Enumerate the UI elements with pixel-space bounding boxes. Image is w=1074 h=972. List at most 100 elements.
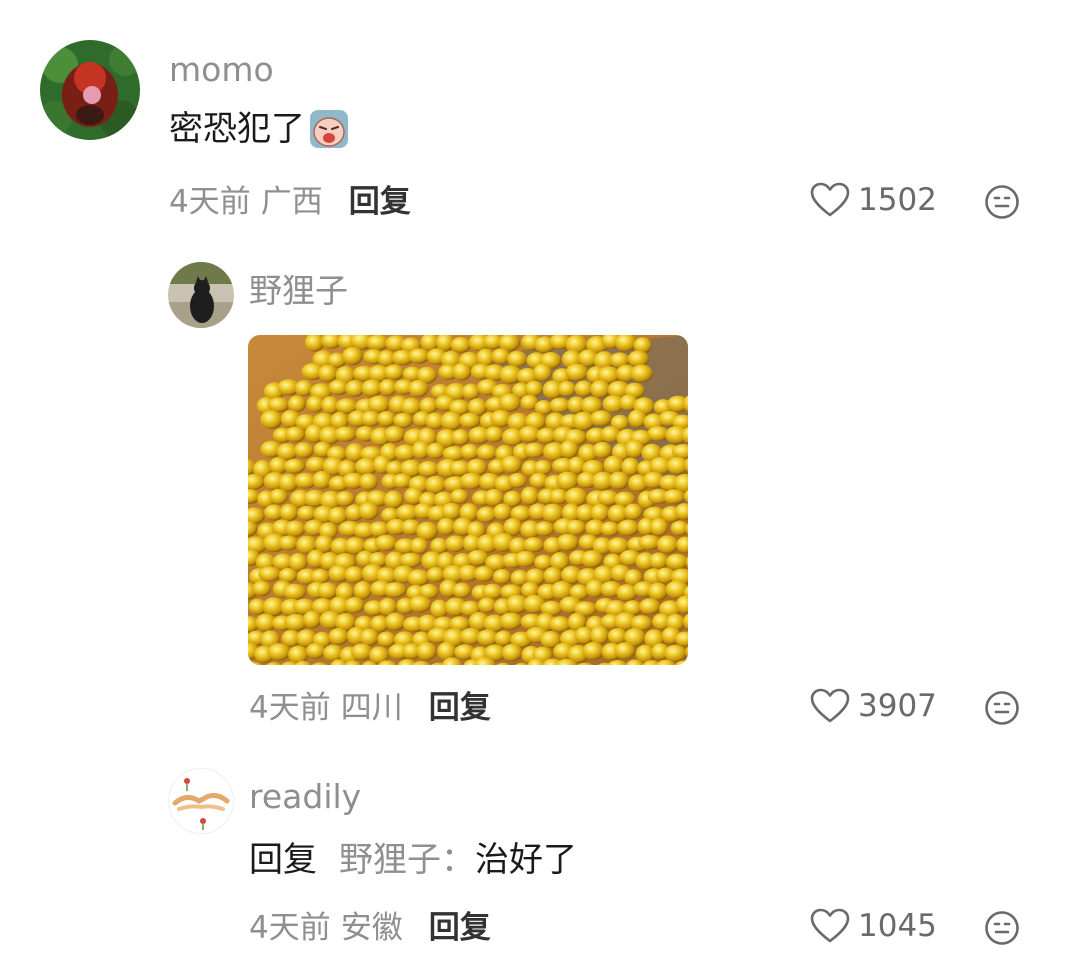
gold-bead — [351, 643, 373, 661]
comment-time: 4天前 — [249, 690, 331, 726]
gold-bead — [408, 348, 430, 364]
comment-location: 四川 — [340, 690, 403, 726]
comment-meta: 4天前 广西 回复 — [169, 182, 411, 222]
gold-bead — [333, 426, 357, 442]
comment-time: 4天前 — [169, 184, 251, 220]
like-button[interactable]: 1045 — [810, 908, 937, 944]
reply-button[interactable]: 回复 — [429, 688, 491, 728]
smile-face-icon — [985, 185, 1019, 219]
comment-username[interactable]: readily — [249, 777, 361, 817]
gold-bead — [549, 616, 571, 633]
gold-bead — [353, 581, 372, 600]
gold-bead — [557, 381, 577, 397]
gold-bead — [359, 473, 378, 491]
gold-bead — [494, 630, 513, 646]
gold-bead — [665, 553, 688, 570]
gold-bead — [482, 583, 503, 600]
gold-bead — [374, 534, 398, 552]
gold-bead — [484, 426, 504, 443]
gold-bead — [556, 533, 579, 552]
gold-bead — [377, 411, 396, 427]
emoji-reaction-button[interactable] — [984, 184, 1020, 224]
gold-bead — [269, 488, 288, 505]
avatar-readily[interactable] — [168, 768, 234, 834]
comment-text: 回复 野狸子： 治好了 — [249, 838, 577, 882]
gold-bead — [603, 455, 624, 475]
gold-bead — [628, 409, 647, 428]
gold-bead — [499, 612, 523, 630]
gold-bead — [461, 383, 480, 400]
gold-bead — [476, 444, 498, 461]
gold-bead — [385, 612, 406, 631]
gold-bead — [260, 410, 283, 430]
like-button[interactable]: 1502 — [810, 182, 937, 218]
gold-bead — [283, 458, 306, 474]
gold-bead — [525, 380, 544, 397]
gold-beads-photo[interactable] — [248, 335, 688, 665]
gold-bead — [410, 537, 429, 555]
reply-button[interactable]: 回复 — [429, 908, 491, 948]
gold-bead — [252, 580, 272, 597]
gold-bead — [459, 412, 481, 429]
avatar-yelizi[interactable] — [168, 262, 234, 328]
gold-bead — [590, 410, 613, 427]
gold-bead — [425, 475, 447, 494]
avatar-momo[interactable] — [40, 40, 140, 140]
gold-bead — [426, 442, 446, 459]
smile-face-icon — [985, 691, 1019, 725]
gold-bead — [608, 471, 630, 490]
gold-bead — [664, 644, 687, 662]
gold-bead — [335, 491, 355, 507]
gold-bead — [559, 440, 579, 459]
crying-face-sticker-icon — [309, 109, 349, 149]
gold-bead — [452, 362, 472, 381]
emoji-reaction-button[interactable] — [984, 910, 1020, 950]
gold-bead — [258, 566, 281, 582]
reply-prefix: 回复 — [249, 840, 317, 880]
like-count: 3907 — [858, 688, 937, 724]
gold-bead — [416, 642, 437, 661]
heart-icon — [810, 182, 850, 217]
comment-username[interactable]: 野狸子 — [249, 271, 348, 311]
gold-bead — [565, 363, 589, 381]
gold-bead — [498, 393, 521, 412]
gold-bead — [478, 597, 497, 613]
gold-bead — [514, 550, 537, 568]
gold-bead — [383, 582, 407, 598]
comment-username[interactable]: momo — [169, 50, 274, 90]
gold-bead — [441, 502, 462, 520]
gold-bead — [476, 506, 497, 523]
gold-bead — [426, 567, 446, 583]
gold-bead — [501, 643, 523, 662]
gold-bead — [501, 455, 522, 474]
gold-bead — [358, 502, 379, 521]
gold-bead — [520, 486, 539, 506]
gold-bead — [662, 489, 686, 505]
gold-bead — [408, 595, 432, 613]
gold-bead — [278, 535, 299, 551]
gold-bead — [383, 490, 404, 509]
gold-bead — [408, 379, 429, 398]
gold-bead — [303, 610, 322, 629]
like-count: 1502 — [858, 182, 937, 218]
reply-target-username[interactable]: 野狸子： — [339, 838, 475, 882]
gold-bead — [440, 411, 463, 431]
comment-location: 安徽 — [340, 910, 403, 946]
like-button[interactable]: 3907 — [810, 688, 937, 724]
comment-text-content: 密恐犯了 — [169, 109, 305, 149]
gold-bead — [287, 395, 306, 413]
gold-bead — [534, 521, 555, 537]
smile-face-icon — [985, 911, 1019, 945]
comment-text-content: 治好了 — [475, 840, 577, 880]
gold-bead — [417, 460, 440, 477]
comment-meta: 4天前 四川 回复 — [249, 688, 491, 728]
reply-button[interactable]: 回复 — [349, 182, 411, 222]
gold-bead — [630, 364, 653, 383]
emoji-reaction-button[interactable] — [984, 690, 1020, 730]
gold-bead — [503, 518, 523, 536]
gold-bead — [625, 439, 645, 459]
gold-bead — [306, 642, 326, 659]
gold-bead — [344, 597, 365, 614]
gold-bead — [549, 397, 571, 413]
gold-bead — [639, 598, 661, 615]
